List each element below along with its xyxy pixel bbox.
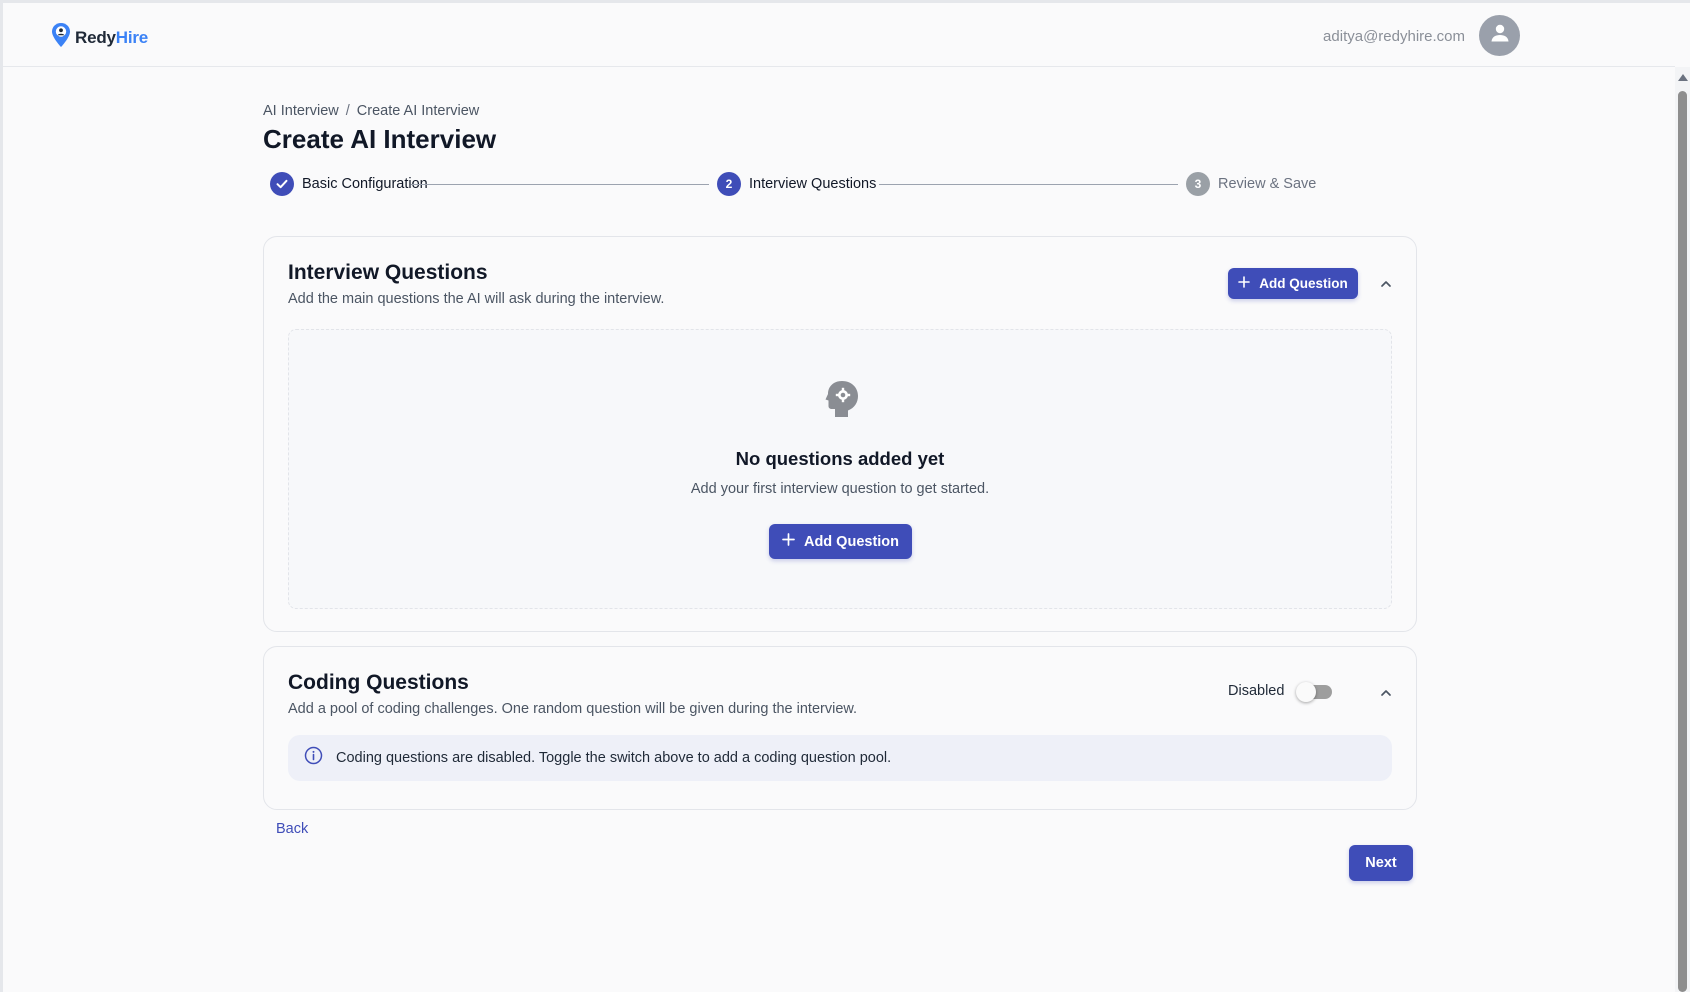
logo-text-hire: Hire xyxy=(115,27,149,47)
step-basic-configuration[interactable]: Basic Configuration xyxy=(270,172,428,196)
coding-questions-toggle[interactable] xyxy=(1296,682,1333,702)
logo-text: RedyHire xyxy=(75,28,148,48)
breadcrumb-separator: / xyxy=(345,103,350,119)
user-icon xyxy=(1488,21,1512,50)
coding-toggle-group: Disabled xyxy=(1228,682,1333,702)
page-scrollbar[interactable] xyxy=(1675,67,1690,992)
scroll-thumb[interactable] xyxy=(1678,91,1687,992)
step-label: Interview Questions xyxy=(749,176,877,192)
back-button[interactable]: Back xyxy=(276,821,308,837)
psychology-head-gear-icon xyxy=(825,380,859,423)
add-first-question-button[interactable]: Add Question xyxy=(769,524,912,559)
card-subtitle: Add a pool of coding challenges. One ran… xyxy=(288,701,858,717)
button-label: Add Question xyxy=(1259,276,1348,291)
info-icon xyxy=(304,746,323,770)
step-label: Basic Configuration xyxy=(302,176,428,192)
step-interview-questions[interactable]: 2 Interview Questions xyxy=(717,172,876,196)
toggle-label: Disabled xyxy=(1228,683,1285,699)
logo[interactable]: RedyHire xyxy=(51,22,148,53)
step-number: 2 xyxy=(717,172,741,196)
empty-state: No questions added yet Add your first in… xyxy=(288,329,1392,609)
collapse-chevron-up-icon[interactable] xyxy=(1375,273,1397,295)
check-icon xyxy=(270,172,294,196)
step-connector xyxy=(879,184,1178,185)
logo-text-redy: Redy xyxy=(75,27,116,47)
button-label: Add Question xyxy=(803,533,900,550)
card-title: Coding Questions xyxy=(288,671,469,694)
window-left-border xyxy=(0,0,3,992)
empty-state-subtitle: Add your first interview question to get… xyxy=(690,481,990,497)
breadcrumb: AI Interview / Create AI Interview xyxy=(263,103,479,119)
step-connector xyxy=(411,184,709,185)
plus-icon xyxy=(782,533,795,550)
user-email: aditya@redyhire.com xyxy=(1323,28,1465,45)
toggle-knob xyxy=(1296,682,1317,702)
card-title: Interview Questions xyxy=(288,261,488,284)
interview-questions-card: Interview Questions Add the main questio… xyxy=(263,236,1417,632)
coding-disabled-alert: Coding questions are disabled. Toggle th… xyxy=(288,735,1392,781)
coding-questions-card: Coding Questions Add a pool of coding ch… xyxy=(263,646,1417,810)
card-subtitle: Add the main questions the AI will ask d… xyxy=(288,291,665,307)
next-button[interactable]: Next xyxy=(1349,845,1413,881)
step-review-save[interactable]: 3 Review & Save xyxy=(1186,172,1316,196)
breadcrumb-item-ai-interview[interactable]: AI Interview xyxy=(263,103,339,119)
breadcrumb-item-create-ai-interview: Create AI Interview xyxy=(356,103,480,119)
alert-text: Coding questions are disabled. Toggle th… xyxy=(336,750,892,766)
plus-icon xyxy=(1238,276,1251,291)
page-title: Create AI Interview xyxy=(263,124,497,154)
avatar[interactable] xyxy=(1479,15,1520,56)
scroll-up-arrow-icon[interactable] xyxy=(1678,74,1688,81)
empty-state-title: No questions added yet xyxy=(735,448,945,469)
step-number: 3 xyxy=(1186,172,1210,196)
stepper: Basic Configuration 2 Interview Question… xyxy=(270,172,1406,198)
top-navbar: RedyHire aditya@redyhire.com xyxy=(3,3,1675,67)
add-question-button[interactable]: Add Question xyxy=(1228,268,1358,299)
logo-pin-icon xyxy=(51,22,71,53)
step-label: Review & Save xyxy=(1218,176,1317,192)
collapse-chevron-up-icon[interactable] xyxy=(1375,682,1397,704)
